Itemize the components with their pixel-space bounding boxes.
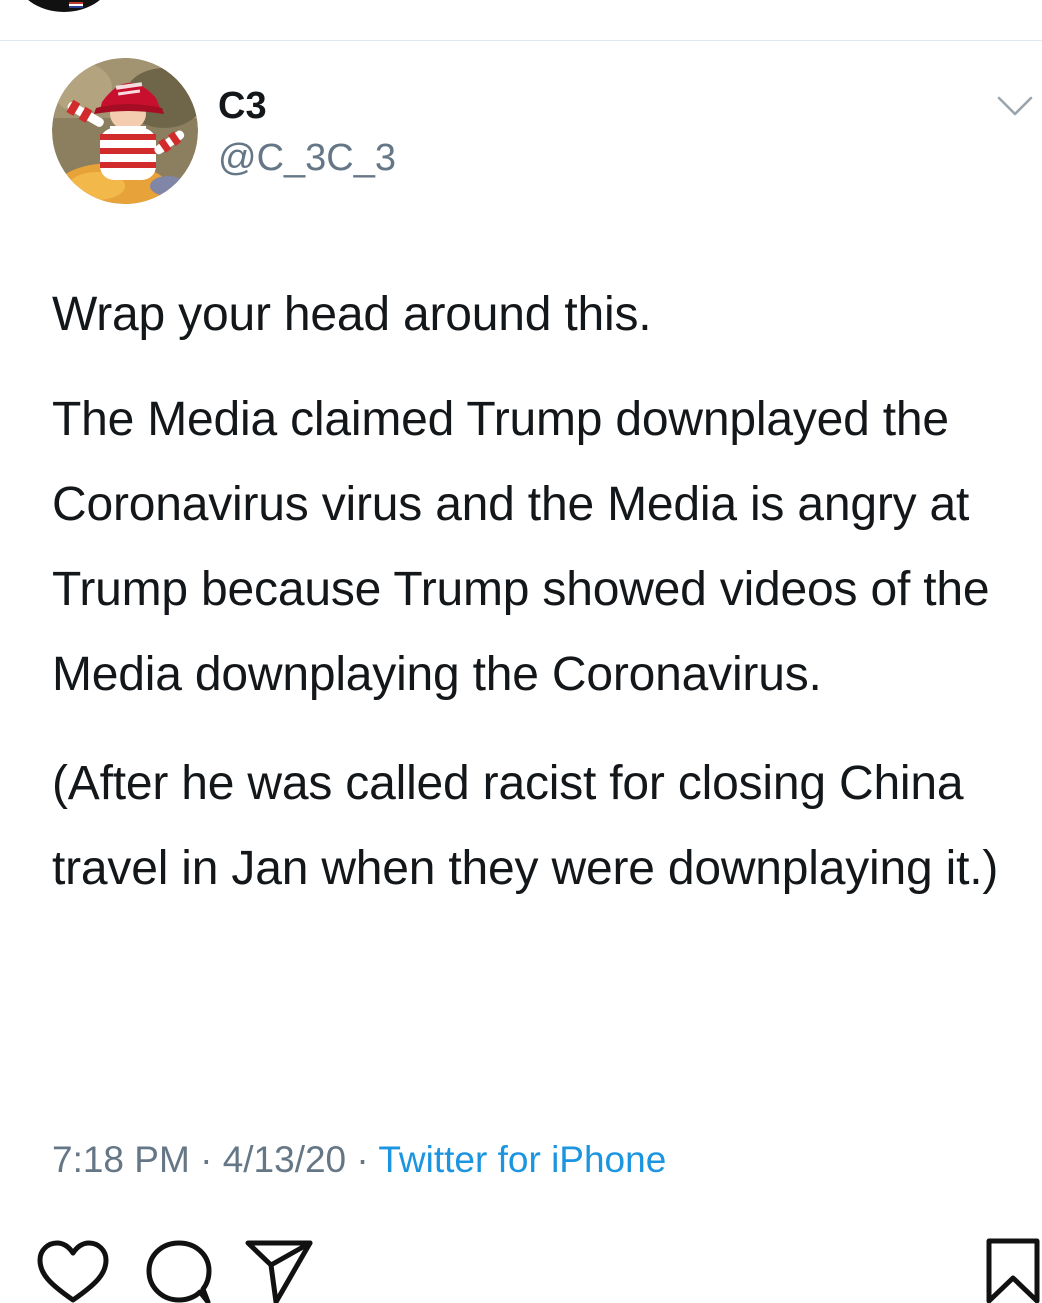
post-actions-bar xyxy=(0,1228,1042,1303)
tweet-author[interactable]: C3 @C_3C_3 xyxy=(218,84,396,180)
meta-separator: · xyxy=(200,1139,213,1180)
profile-photo-icon[interactable] xyxy=(52,58,198,204)
heart-icon[interactable] xyxy=(36,1240,110,1303)
chevron-down-glyph xyxy=(997,96,1033,116)
tweet-paragraph: Wrap your head around this. xyxy=(52,288,652,341)
tweet-text: Wrap your head around this. The Media cl… xyxy=(52,272,1027,935)
send-icon[interactable] xyxy=(244,1238,314,1303)
tweet-date[interactable]: 4/13/20 xyxy=(223,1139,346,1180)
bookmark-icon[interactable] xyxy=(985,1238,1041,1303)
send-glyph xyxy=(245,1240,313,1303)
tweet-source-link[interactable]: Twitter for iPhone xyxy=(378,1139,666,1180)
us-flag-icon xyxy=(69,2,83,8)
tweet-time[interactable]: 7:18 PM xyxy=(52,1139,190,1180)
profile-avatar-icon[interactable] xyxy=(16,0,112,12)
instagram-post: C3 @C_3C_3 Wrap your head around this. T… xyxy=(0,0,1042,1303)
comment-icon[interactable] xyxy=(144,1240,214,1303)
header-divider xyxy=(0,40,1042,41)
heart-glyph xyxy=(37,1240,109,1303)
meta-separator: · xyxy=(356,1139,369,1180)
bookmark-glyph xyxy=(986,1238,1040,1303)
tweet-paragraph: The Media claimed Trump downplayed the C… xyxy=(52,393,990,701)
chevron-down-icon[interactable] xyxy=(996,92,1034,120)
display-name[interactable]: C3 xyxy=(218,84,396,128)
user-handle[interactable]: @C_3C_3 xyxy=(218,136,396,180)
tweet-metadata: 7:18 PM · 4/13/20 · Twitter for iPhone xyxy=(52,1136,666,1184)
comment-glyph xyxy=(146,1240,212,1303)
avatar-photo xyxy=(52,58,198,204)
tweet-paragraph: (After he was called racist for closing … xyxy=(52,757,999,895)
